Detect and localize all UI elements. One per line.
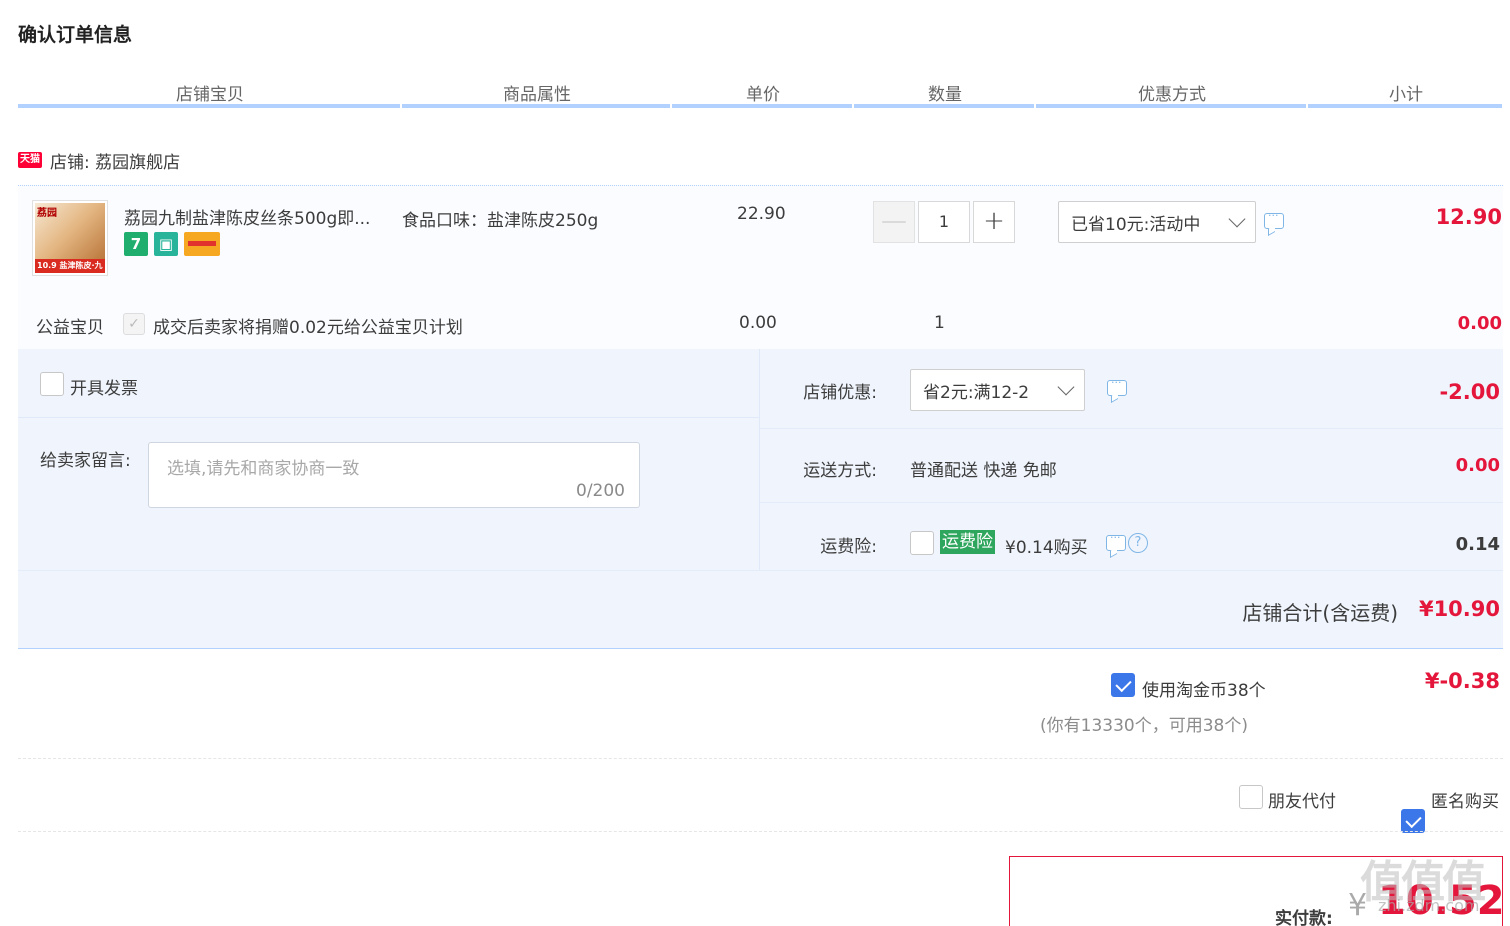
product-thumbnail[interactable]: 荔园 10.9 盐津陈皮·九制 bbox=[32, 200, 108, 276]
charity-quantity: 1 bbox=[934, 313, 945, 333]
product-attribute: 食品口味：盐津陈皮250g bbox=[402, 211, 599, 231]
divider bbox=[760, 502, 1503, 503]
invoice-label[interactable]: 开具发票 bbox=[70, 374, 138, 399]
insurance-tag: 运费险 bbox=[940, 530, 995, 554]
insurance-label: 运费险: bbox=[820, 537, 877, 557]
taojinbi-label[interactable]: 使用淘金币38个 bbox=[1142, 676, 1266, 701]
taojinbi-note: (你有13330个，可用38个) bbox=[1040, 716, 1248, 736]
column-header-unit-price: 单价 bbox=[672, 80, 854, 108]
friend-pay-label[interactable]: 朋友代付 bbox=[1268, 787, 1336, 812]
taojinbi-checkbox[interactable] bbox=[1111, 673, 1135, 697]
anonymous-purchase-checkbox[interactable] bbox=[1401, 809, 1425, 833]
divider bbox=[18, 831, 1503, 832]
shop-discount-select[interactable]: 省2元:满12-2 bbox=[910, 369, 1085, 411]
column-header-discount: 优惠方式 bbox=[1036, 80, 1308, 108]
chat-bubble-icon[interactable] bbox=[1106, 531, 1126, 551]
watermark-url: zhi.zdm.com bbox=[1378, 896, 1480, 915]
taojinbi-amount: ¥-0.38 bbox=[1424, 669, 1500, 693]
shop-discount-amount: -2.00 bbox=[1439, 380, 1500, 404]
seller-message-label: 给卖家留言: bbox=[40, 451, 131, 471]
page-title: 确认订单信息 bbox=[18, 24, 133, 46]
service-badges: 7 ▣ bbox=[124, 232, 220, 256]
item-subtotal: 12.90 bbox=[1435, 205, 1502, 229]
credit-card-icon[interactable] bbox=[184, 232, 220, 256]
shop-total-label: 店铺合计(含运费) bbox=[1242, 601, 1398, 625]
divider bbox=[760, 428, 1503, 429]
divider bbox=[18, 758, 1503, 759]
shop-name-link[interactable]: 店铺: 荔园旗舰店 bbox=[50, 148, 180, 173]
anonymous-purchase-label[interactable]: 匿名购买 bbox=[1431, 787, 1499, 812]
divider bbox=[18, 417, 760, 418]
column-header-shop-item: 店铺宝贝 bbox=[18, 80, 402, 108]
charity-checkbox: ✓ bbox=[123, 313, 145, 335]
insurance-amount: 0.14 bbox=[1455, 534, 1500, 555]
friend-pay-checkbox[interactable] bbox=[1239, 785, 1263, 809]
promotion-select-value: 已省10元:活动中 bbox=[1071, 214, 1201, 235]
charity-price: 0.00 bbox=[739, 313, 777, 333]
shop-total-amount: ¥10.90 bbox=[1418, 597, 1500, 621]
seller-message-placeholder: 选填,请先和商家协商一致 bbox=[167, 459, 360, 479]
help-icon[interactable]: ? bbox=[1128, 533, 1148, 553]
shipping-amount: 0.00 bbox=[1455, 455, 1500, 476]
charity-subtotal: 0.00 bbox=[1457, 313, 1502, 334]
invoice-checkbox[interactable] bbox=[40, 372, 64, 396]
shop-discount-value: 省2元:满12-2 bbox=[923, 382, 1030, 403]
tmall-icon: 天猫 bbox=[18, 152, 42, 168]
quantity-input[interactable]: 1 bbox=[918, 201, 970, 243]
chevron-down-icon bbox=[1057, 378, 1075, 396]
quantity-increase-button[interactable]: + bbox=[973, 201, 1015, 243]
insurance-checkbox[interactable] bbox=[910, 531, 934, 555]
shipping-method: 普通配送 快递 免邮 bbox=[910, 461, 1057, 481]
charity-description: 成交后卖家将捐赠0.02元给公益宝贝计划 bbox=[153, 318, 463, 338]
unit-price: 22.90 bbox=[737, 204, 786, 224]
shipping-label: 运送方式: bbox=[803, 461, 877, 481]
seven-day-return-icon[interactable]: 7 bbox=[124, 232, 148, 256]
seller-message-counter: 0/200 bbox=[576, 481, 625, 501]
thumb-caption: 10.9 盐津陈皮·九制 bbox=[35, 259, 105, 273]
quantity-stepper: — 1 + bbox=[873, 201, 1015, 243]
quantity-decrease-button[interactable]: — bbox=[873, 201, 915, 243]
column-header-quantity: 数量 bbox=[854, 80, 1036, 108]
seller-message-input[interactable]: 选填,请先和商家协商一致 0/200 bbox=[148, 442, 640, 508]
charity-label: 公益宝贝 bbox=[36, 318, 104, 338]
chat-bubble-icon[interactable] bbox=[1107, 376, 1127, 396]
shop-discount-label: 店铺优惠: bbox=[803, 383, 877, 403]
chat-bubble-icon[interactable] bbox=[1264, 209, 1284, 229]
shop-row: 天猫 店铺: 荔园旗舰店 bbox=[18, 148, 180, 173]
product-title-link[interactable]: 荔园九制盐津陈皮丝条500g即... bbox=[124, 204, 370, 229]
payment-label: 实付款: bbox=[1275, 909, 1333, 926]
promotion-select[interactable]: 已省10元:活动中 bbox=[1058, 201, 1256, 243]
insurance-price: ¥0.14购买 bbox=[1005, 538, 1088, 558]
thumb-brand-text: 荔园 bbox=[37, 208, 57, 219]
column-header-subtotal: 小计 bbox=[1308, 80, 1504, 108]
shopping-bag-icon[interactable]: ▣ bbox=[154, 232, 178, 256]
chevron-down-icon bbox=[1228, 210, 1246, 228]
column-header-attributes: 商品属性 bbox=[402, 80, 672, 108]
